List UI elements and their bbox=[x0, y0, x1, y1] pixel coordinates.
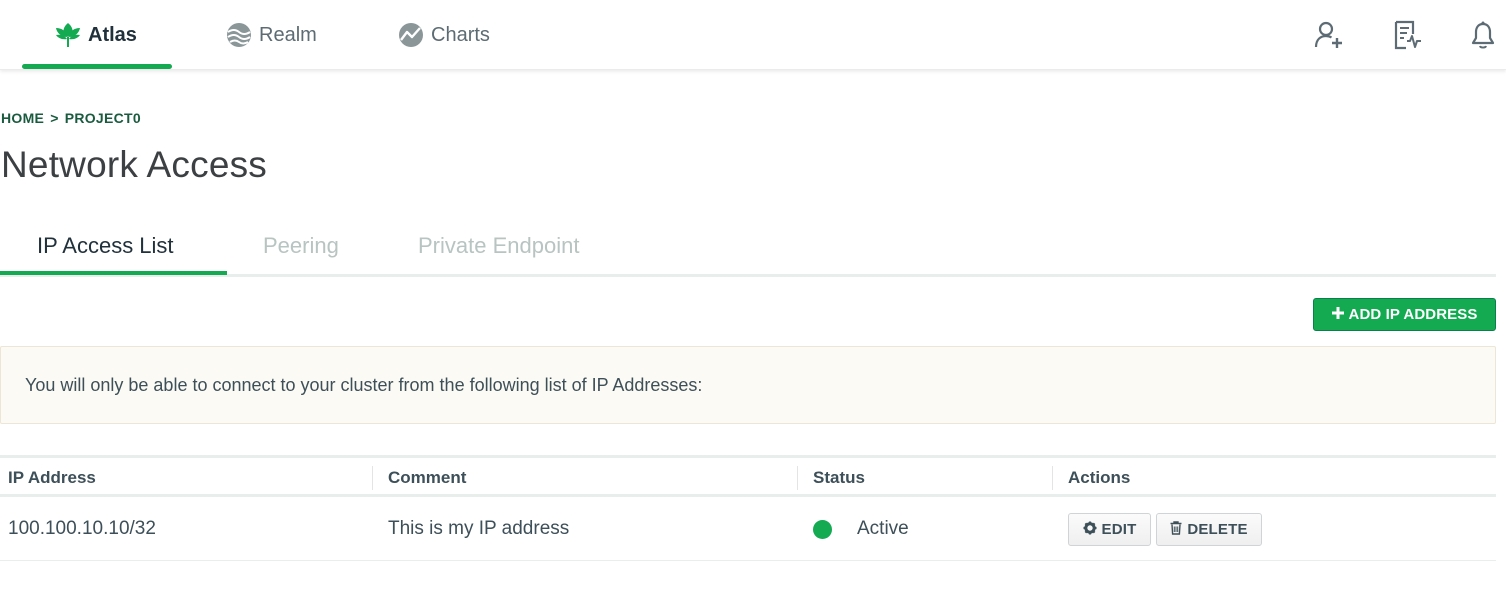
invite-user-icon[interactable] bbox=[1312, 18, 1346, 52]
comment-cell: This is my IP address bbox=[388, 518, 570, 539]
active-tab-indicator bbox=[0, 271, 227, 275]
add-ip-address-label: ADD IP ADDRESS bbox=[1348, 306, 1478, 323]
notification-bell-icon[interactable] bbox=[1466, 18, 1500, 52]
breadcrumb-project-link[interactable]: PROJECT0 bbox=[65, 110, 141, 126]
section-tabs: IP Access List Peering Private Endpoint bbox=[0, 225, 1496, 277]
gear-icon bbox=[1083, 521, 1097, 539]
column-header-ip-address: IP Address bbox=[8, 467, 96, 487]
page-title: Network Access bbox=[1, 144, 267, 185]
column-header-actions: Actions bbox=[1068, 467, 1131, 487]
column-header-status: Status bbox=[813, 467, 865, 487]
charts-icon bbox=[397, 21, 425, 49]
column-divider bbox=[372, 466, 373, 490]
product-tab-realm[interactable]: Realm bbox=[225, 0, 317, 70]
add-ip-address-button[interactable]: ADD IP ADDRESS bbox=[1313, 298, 1496, 331]
product-label-charts: Charts bbox=[431, 23, 490, 46]
column-divider bbox=[1052, 466, 1053, 490]
column-divider bbox=[797, 466, 798, 490]
tab-peering[interactable]: Peering bbox=[263, 233, 339, 259]
trash-icon bbox=[1170, 520, 1182, 539]
activity-feed-icon[interactable] bbox=[1390, 18, 1424, 52]
info-banner: You will only be able to connect to your… bbox=[0, 346, 1496, 424]
product-tab-charts[interactable]: Charts bbox=[397, 0, 490, 70]
atlas-leaf-icon bbox=[54, 21, 82, 49]
tab-private-endpoint[interactable]: Private Endpoint bbox=[418, 233, 579, 259]
breadcrumb-home-link[interactable]: HOME bbox=[1, 110, 44, 126]
product-label-realm: Realm bbox=[259, 23, 317, 46]
table-header: IP Address Comment Status Actions bbox=[0, 455, 1496, 497]
realm-icon bbox=[225, 21, 253, 49]
breadcrumb-separator: > bbox=[50, 110, 59, 126]
delete-button-label: DELETE bbox=[1187, 521, 1248, 538]
breadcrumb: HOME > PROJECT0 bbox=[1, 110, 141, 126]
top-navigation: Atlas Realm Charts bbox=[0, 0, 1506, 70]
edit-button-label: EDIT bbox=[1101, 521, 1137, 538]
plus-icon bbox=[1331, 306, 1344, 323]
product-tab-atlas[interactable]: Atlas bbox=[54, 0, 137, 70]
delete-button[interactable]: DELETE bbox=[1156, 513, 1262, 546]
product-label-atlas: Atlas bbox=[88, 23, 137, 46]
column-header-comment: Comment bbox=[388, 467, 467, 487]
ip-access-table: IP Address Comment Status Actions 100.10… bbox=[0, 455, 1496, 561]
active-product-indicator bbox=[22, 64, 172, 69]
tab-ip-access-list[interactable]: IP Access List bbox=[37, 233, 174, 259]
info-banner-text: You will only be able to connect to your… bbox=[25, 374, 703, 395]
status-cell: Active bbox=[813, 497, 909, 561]
edit-button[interactable]: EDIT bbox=[1068, 513, 1151, 546]
ip-address-cell: 100.100.10.10/32 bbox=[8, 518, 156, 539]
status-active-dot-icon bbox=[813, 519, 832, 539]
status-label: Active bbox=[857, 518, 909, 539]
table-row: 100.100.10.10/32 This is my IP address A… bbox=[0, 497, 1496, 561]
